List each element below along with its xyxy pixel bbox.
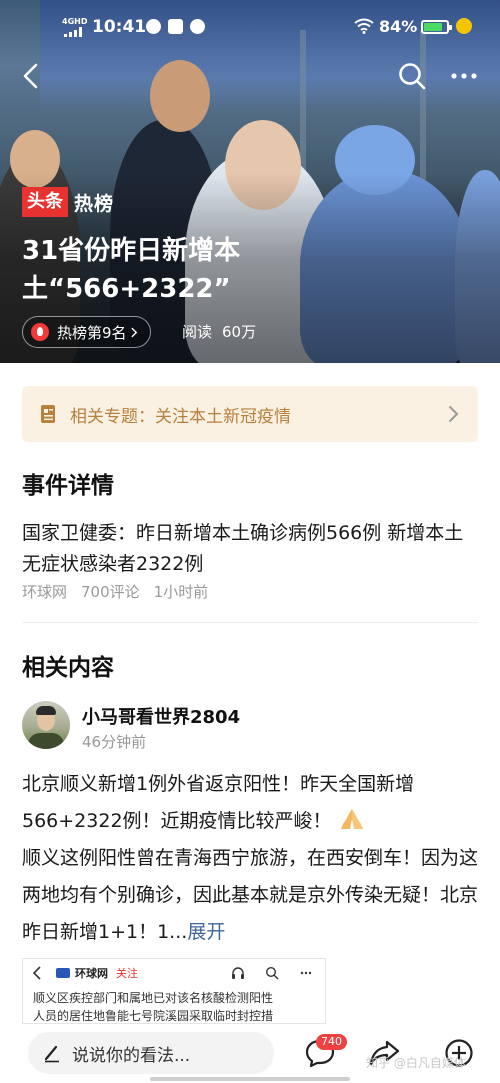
hot-list-brand: 头条 热榜 [22,187,114,217]
post-line-1: 北京顺义新增1例外省返京阳性！昨天全国新增566+2322例！近期疫情比较严峻！ [22,773,415,832]
network-type: 4GHD [62,17,88,26]
post-time: 46分钟前 [82,733,147,751]
event-source: 环球网 [22,583,68,601]
more-icon[interactable] [444,58,484,94]
flame-icon [31,323,49,341]
event-meta: 环球网 700评论 1小时前 [22,581,222,602]
chevron-right-icon [449,406,459,422]
back-icon [32,966,41,980]
hot-rank-badge[interactable]: 热榜第9名 [22,316,151,348]
chevron-right-icon [130,327,137,337]
embed-source: 环球网 [75,967,108,980]
wifi-icon [354,18,374,34]
search-icon[interactable] [394,58,430,94]
read-count: 阅读 60万 [182,320,256,344]
home-indicator[interactable] [150,1077,350,1081]
bottom-action-bar: 说说你的看法... 740 知乎 @白凡自媒体 [0,1026,500,1083]
topic-doc-icon [41,405,55,423]
divider [22,622,478,623]
event-headline[interactable]: 国家卫健委：昨日新增本土确诊病例566例 新增本土无症状感染者2322例 [22,518,482,580]
related-topic-banner[interactable]: 相关专题：关注本土新冠疫情 [22,386,478,442]
headphones-icon [232,967,244,979]
embed-text-line: 顺义区疾控部门和属地已对该名核酸检测阳性 [33,991,274,1005]
compass-icon [190,19,205,34]
event-time: 1小时前 [153,583,209,601]
brand-label: 热榜 [74,192,115,215]
pray-emoji-icon [340,809,363,829]
author-name[interactable]: 小马哥看世界2804 [82,703,240,729]
battery-fill [424,23,442,31]
post-line-2: 顺义这例阳性曾在青海西宁旅游，在西安倒车！因为这两地均有个别确诊，因此基本就是京… [22,847,479,943]
more-icon [300,971,312,975]
page-title: 31省份昨日新增本土“566+2322” [22,236,241,304]
battery-percent: 84% [379,17,418,36]
app-notification-icon [146,19,161,34]
topic-label: 相关专题：关注本土新冠疫情 [70,406,291,427]
status-bar: 4GHD 10:41 84% [0,0,500,54]
search-icon [265,966,279,980]
embed-follow: 关注 [116,967,138,980]
comment-count-badge: 740 [316,1034,347,1050]
pen-icon [44,1045,59,1063]
watermark: 知乎 @白凡自媒体 [366,1056,466,1070]
charging-icon [456,18,472,34]
signal-icon [64,27,82,37]
clock: 10:41 [92,17,147,37]
read-label: 阅读 [182,323,213,341]
embedded-screenshot[interactable]: 环球网 关注 顺义区疾控部门和属地已对该名核酸检测阳性 人员的居住地鲁能七号院溪… [22,958,326,1024]
hero-banner [0,0,500,363]
post-body[interactable]: 北京顺义新增1例外省返京阳性！昨天全国新增566+2322例！近期疫情比较严峻！… [22,766,482,951]
source-logo-icon [56,968,70,978]
avatar[interactable] [22,701,70,749]
battery-icon [421,20,452,34]
event-section-title: 事件详情 [22,473,114,499]
expand-link[interactable]: 展开 [187,921,225,943]
brand-tag: 头条 [22,187,68,217]
back-icon[interactable] [14,58,50,94]
event-comments: 700评论 [81,583,140,601]
comment-input[interactable]: 说说你的看法... [28,1032,274,1074]
embed-text-line: 人员的居住地鲁能七号院溪园采取临时封控措 [33,1009,274,1023]
comment-placeholder: 说说你的看法... [72,1045,191,1066]
related-section-title: 相关内容 [22,655,114,681]
read-value: 60万 [222,323,257,341]
hot-rank-label: 热榜第9名 [57,323,127,342]
mail-icon [168,19,183,34]
